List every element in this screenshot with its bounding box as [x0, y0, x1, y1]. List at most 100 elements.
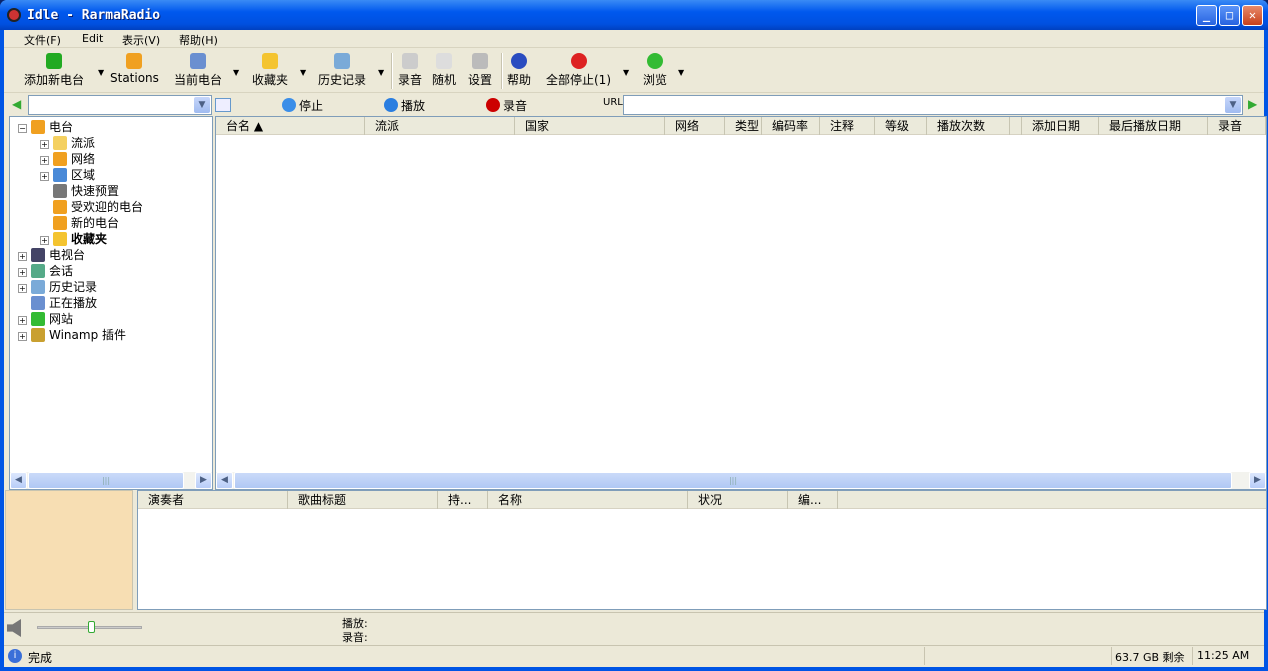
expand-icon[interactable]: + [40, 140, 49, 149]
browse-button[interactable]: 浏览 [643, 53, 667, 88]
column-header[interactable]: 演奏者 [138, 491, 288, 509]
chevron-down-icon[interactable]: ▼ [300, 68, 306, 77]
search-combo[interactable]: ▼ [28, 95, 212, 115]
menu-edit[interactable]: Edit [82, 32, 103, 45]
expand-icon[interactable]: + [18, 284, 27, 293]
chevron-down-icon[interactable]: ▼ [378, 68, 384, 77]
close-button[interactable]: ✕ [1242, 5, 1263, 26]
scroll-thumb[interactable]: ||| [28, 472, 184, 489]
column-header[interactable]: 添加日期 [1022, 117, 1099, 135]
find-icon[interactable] [215, 98, 231, 112]
tree-item[interactable]: 快速预置 [40, 183, 119, 199]
tree-node-icon [31, 248, 45, 262]
column-header[interactable]: 类型 [725, 117, 762, 135]
tree-horizontal-scrollbar[interactable]: ◀ ||| ▶ [10, 472, 212, 489]
tree-node-icon [31, 312, 45, 326]
column-header[interactable]: 编码率 [762, 117, 820, 135]
tree-item[interactable]: + 区域 [40, 167, 95, 183]
column-header[interactable]: 流派 [365, 117, 515, 135]
expand-icon[interactable]: + [40, 236, 49, 245]
tree-node-icon [53, 200, 67, 214]
random-button[interactable]: 随机 [432, 53, 456, 88]
column-header[interactable]: 最后播放日期 [1099, 117, 1208, 135]
menu-view[interactable]: 表示(V) [122, 32, 160, 48]
chevron-down-icon[interactable]: ▼ [1225, 97, 1241, 113]
tree-item-label: Winamp 插件 [49, 328, 127, 342]
tree-item[interactable]: + 网站 [18, 311, 73, 327]
column-header[interactable]: 国家 [515, 117, 665, 135]
list-horizontal-scrollbar[interactable]: ◀ ||| ▶ [216, 472, 1266, 489]
column-header[interactable]: 名称 [488, 491, 688, 509]
column-header[interactable]: 状况 [688, 491, 788, 509]
label: 收藏夹 [252, 73, 289, 87]
album-art-panel [5, 490, 133, 610]
label: 随机 [432, 73, 457, 87]
column-header[interactable]: 播放次数 [927, 117, 1010, 135]
tree-item[interactable]: + 会话 [18, 263, 73, 279]
current-station-button[interactable]: 当前电台 [174, 53, 222, 88]
stop-all-button[interactable]: 全部停止(1) [546, 53, 611, 88]
maximize-button[interactable]: □ [1219, 5, 1240, 26]
column-header[interactable]: 录音 [1208, 117, 1266, 135]
scroll-right-button[interactable]: ▶ [1249, 472, 1266, 489]
chevron-down-icon[interactable]: ▼ [98, 68, 104, 77]
volume-slider[interactable] [37, 621, 142, 633]
help-button[interactable]: 帮助 [507, 53, 531, 88]
tree-item[interactable]: 新的电台 [40, 215, 119, 231]
play-button[interactable]: 播放 [384, 97, 425, 114]
tree-item[interactable]: + 流派 [40, 135, 95, 151]
stop-button[interactable]: 停止 [282, 97, 323, 114]
history-button[interactable]: 历史记录 [318, 53, 366, 88]
scroll-thumb[interactable]: ||| [234, 472, 1232, 489]
expand-icon[interactable]: + [40, 156, 49, 165]
expand-icon[interactable]: + [18, 332, 27, 341]
tree-item[interactable]: − 电台 [18, 119, 73, 135]
station-list[interactable]: 台名 ▲流派国家网络类型编码率注释等级播放次数丩添加日期最后播放日期录音 ◀||… [215, 116, 1267, 490]
menu-help[interactable]: 帮助(H) [179, 32, 218, 48]
volume-thumb[interactable] [88, 621, 95, 633]
expand-icon[interactable]: + [18, 252, 27, 261]
column-header[interactable]: 注释 [820, 117, 875, 135]
collapse-icon[interactable]: − [18, 124, 27, 133]
speaker-icon[interactable] [7, 619, 21, 637]
go-arrow-icon[interactable]: ▶ [1248, 97, 1257, 111]
settings-button[interactable]: 设置 [468, 53, 492, 88]
tree-item[interactable]: 正在播放 [18, 295, 97, 311]
tree-item[interactable]: + 收藏夹 [40, 231, 107, 247]
back-arrow-icon[interactable]: ◀ [12, 97, 21, 111]
chevron-down-icon[interactable]: ▼ [233, 68, 239, 77]
expand-icon[interactable]: + [18, 316, 27, 325]
minimize-button[interactable]: _ [1196, 5, 1217, 26]
column-header[interactable]: 歌曲标题 [288, 491, 438, 509]
favorites-button[interactable]: 收藏夹 [252, 53, 288, 88]
chevron-down-icon[interactable]: ▼ [623, 68, 629, 77]
scroll-left-button[interactable]: ◀ [216, 472, 233, 489]
record-now-button[interactable]: 录音 [486, 97, 527, 114]
column-header[interactable]: 网络 [665, 117, 725, 135]
column-header[interactable]: 丩 [1010, 117, 1022, 135]
column-header[interactable]: 等级 [875, 117, 927, 135]
tree-item-label: 受欢迎的电台 [71, 200, 144, 214]
stations-button[interactable]: Stations [110, 53, 159, 85]
category-tree[interactable]: ◀ ||| ▶ − 电台 + 流派 + 网络 + 区域 快速预置 受欢迎的电台 新的电台 + 收藏夹 + 电视台… [9, 116, 213, 490]
menu-file[interactable]: 文件(F) [24, 32, 61, 48]
column-header[interactable]: 编... [788, 491, 838, 509]
scroll-right-button[interactable]: ▶ [195, 472, 212, 489]
expand-icon[interactable]: + [40, 172, 49, 181]
add-station-button[interactable]: 添加新电台 [24, 53, 84, 88]
column-header[interactable]: 持... [438, 491, 488, 509]
record-button[interactable]: 录音 [398, 53, 422, 88]
track-list[interactable]: 演奏者 歌曲标题 持... 名称 状况 编... [137, 490, 1267, 610]
chevron-down-icon[interactable]: ▼ [678, 68, 684, 77]
tree-item[interactable]: + Winamp 插件 [18, 327, 126, 343]
tree-item[interactable]: + 电视台 [18, 247, 85, 263]
chevron-down-icon[interactable]: ▼ [194, 97, 210, 113]
url-combo[interactable]: ▼ [623, 95, 1243, 115]
column-header[interactable]: 台名 ▲ [216, 117, 365, 135]
expand-icon[interactable]: + [18, 268, 27, 277]
scroll-left-button[interactable]: ◀ [10, 472, 27, 489]
tree-item[interactable]: + 网络 [40, 151, 95, 167]
tree-item[interactable]: 受欢迎的电台 [40, 199, 143, 215]
tree-item[interactable]: + 历史记录 [18, 279, 97, 295]
